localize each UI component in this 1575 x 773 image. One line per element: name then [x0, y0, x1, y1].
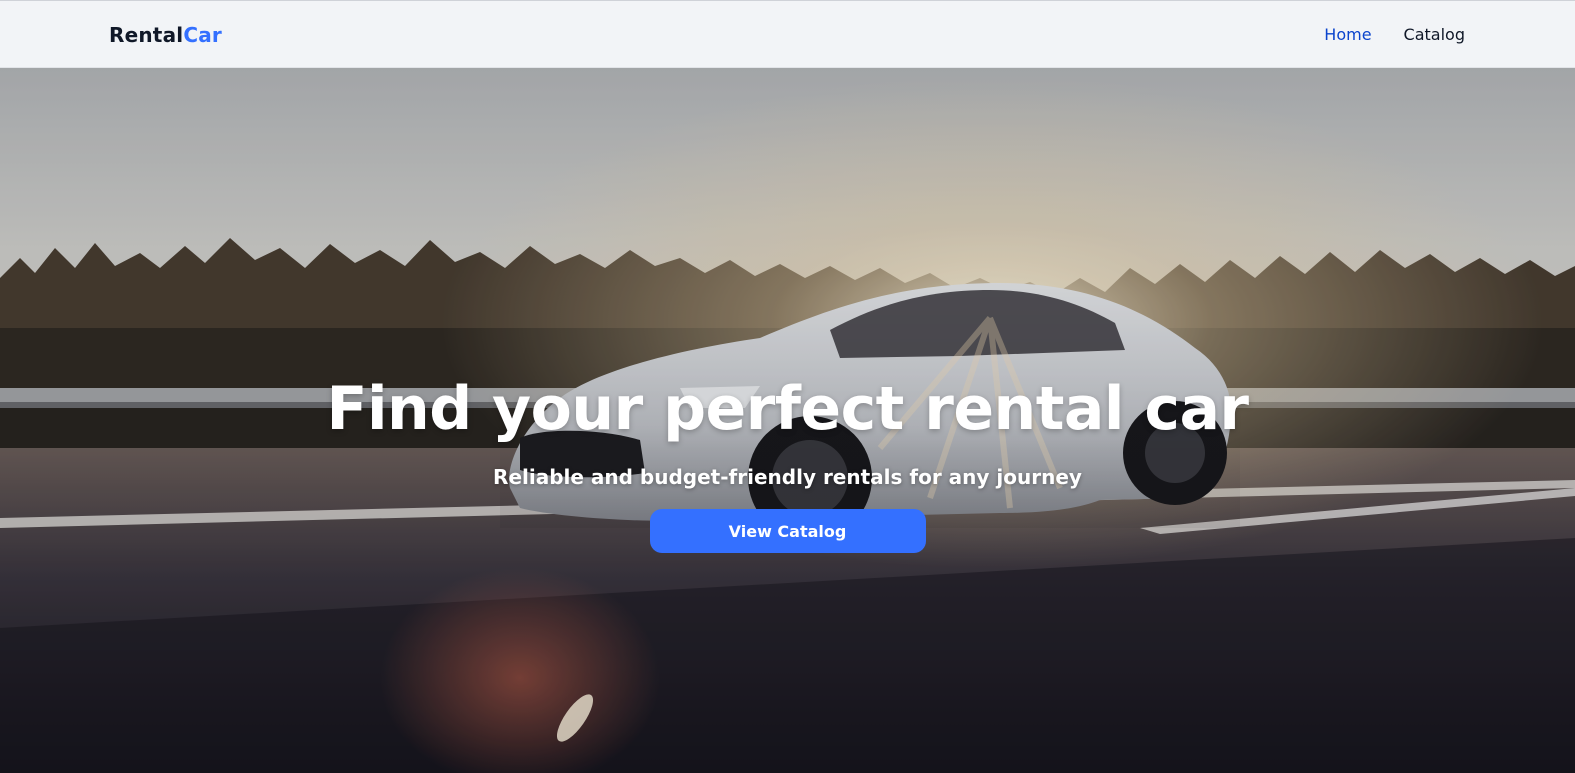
- site-logo[interactable]: RentalCar: [109, 23, 222, 47]
- hero-title: Find your perfect rental car: [326, 374, 1249, 444]
- hero-content: Find your perfect rental car Reliable an…: [0, 373, 1575, 553]
- site-header: RentalCar Home Catalog: [0, 0, 1575, 68]
- logo-text-rental: Rental: [109, 23, 184, 47]
- hero-section: Find your perfect rental car Reliable an…: [0, 68, 1575, 773]
- nav-link-catalog[interactable]: Catalog: [1404, 25, 1465, 44]
- main-nav: Home Catalog: [1324, 25, 1465, 44]
- logo-text-car: Car: [183, 23, 222, 47]
- nav-link-home[interactable]: Home: [1324, 25, 1371, 44]
- view-catalog-button[interactable]: View Catalog: [649, 509, 926, 553]
- hero-subtitle: Reliable and budget-friendly rentals for…: [493, 465, 1082, 489]
